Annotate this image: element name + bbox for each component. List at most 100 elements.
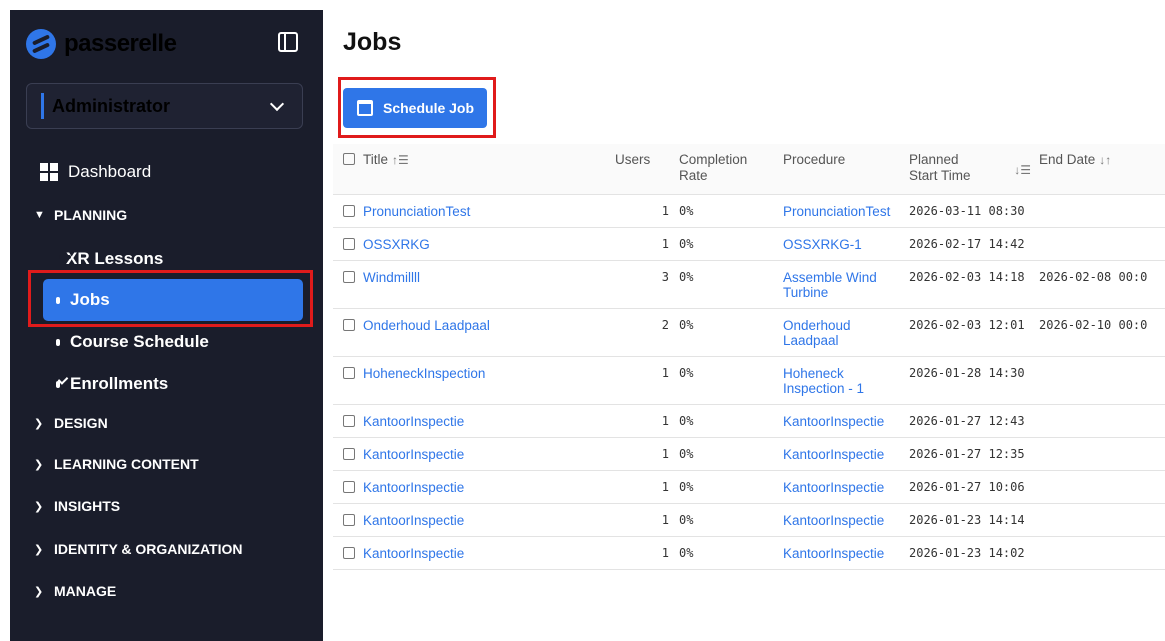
job-title-link[interactable]: Windmillll xyxy=(363,270,420,285)
planned-start-time: 2026-01-27 12:35 xyxy=(905,437,1035,471)
brand-logo[interactable]: passerelle xyxy=(26,26,177,62)
sidebar-section-manage[interactable]: ❯ MANAGE xyxy=(34,583,116,599)
sidebar-section-identity-organization[interactable]: ❯ IDENTITY & ORGANIZATION xyxy=(34,541,242,557)
procedure-link[interactable]: KantoorInspectie xyxy=(783,513,901,528)
completion-rate: 0% xyxy=(675,260,779,309)
sidebar-toggle-icon[interactable] xyxy=(278,32,298,52)
completion-rate: 0% xyxy=(675,194,779,228)
job-title-link[interactable]: Onderhoud Laadpaal xyxy=(363,318,490,333)
sort-descending-icon[interactable]: ↓☰ xyxy=(1014,162,1031,178)
sidebar-item-dashboard[interactable]: Dashboard xyxy=(40,162,151,182)
job-title-link[interactable]: PronunciationTest xyxy=(363,204,470,219)
job-title-link[interactable]: OSSXRKG xyxy=(363,237,430,252)
procedure-link[interactable]: KantoorInspectie xyxy=(783,546,901,561)
chevron-right-icon: ❯ xyxy=(34,543,44,556)
sidebar-item-enrollments[interactable]: Enrollments xyxy=(56,374,168,394)
completion-rate: 0% xyxy=(675,536,779,570)
sidebar-section-planning[interactable]: ▼ PLANNING xyxy=(34,207,127,223)
users-count: 1 xyxy=(611,437,675,471)
column-header-completion-rate[interactable]: Completion Rate xyxy=(675,144,779,195)
end-date xyxy=(1035,437,1165,471)
sidebar-section-learning-content[interactable]: ❯ LEARNING CONTENT xyxy=(34,456,199,472)
section-label: INSIGHTS xyxy=(54,498,121,514)
procedure-cell: KantoorInspectie xyxy=(779,536,905,570)
sort-ascending-icon[interactable]: ↑☰ xyxy=(392,153,409,167)
chevron-down-icon xyxy=(269,96,285,111)
sort-icon[interactable]: ↓↑ xyxy=(1099,153,1111,167)
schedule-job-label: Schedule Job xyxy=(383,100,475,116)
column-header-users[interactable]: Users xyxy=(611,144,675,195)
procedure-cell: Onderhoud Laadpaal xyxy=(779,308,905,357)
procedure-cell: KantoorInspectie xyxy=(779,437,905,471)
procedure-link[interactable]: Laadpaal xyxy=(783,333,901,348)
job-title-link[interactable]: KantoorInspectie xyxy=(363,414,464,429)
column-header-planned-start-time[interactable]: Planned Start Time ↓☰ xyxy=(905,144,1035,195)
row-checkbox[interactable] xyxy=(343,513,355,526)
table-row[interactable]: KantoorInspectie 1 0% KantoorInspectie 2026-… xyxy=(333,470,1165,504)
job-title-link[interactable]: KantoorInspectie xyxy=(363,513,464,528)
end-date xyxy=(1035,227,1165,261)
table-row[interactable]: KantoorInspectie 1 0% KantoorInspectie 2026-… xyxy=(333,503,1165,537)
row-checkbox[interactable] xyxy=(343,546,355,559)
row-checkbox[interactable] xyxy=(343,237,355,250)
table-row[interactable]: KantoorInspectie 1 0% KantoorInspectie 2026-… xyxy=(333,404,1165,438)
end-date xyxy=(1035,356,1165,405)
procedure-link[interactable]: KantoorInspectie xyxy=(783,447,901,462)
sidebar-section-design[interactable]: ❯ DESIGN xyxy=(34,415,108,431)
procedure-link[interactable]: Hoheneck xyxy=(783,366,901,381)
completion-rate: 0% xyxy=(675,470,779,504)
sidebar-item-course-schedule[interactable]: Course Schedule xyxy=(56,332,209,352)
column-header-end-date[interactable]: End Date ↓↑ xyxy=(1035,144,1165,195)
table-row[interactable]: KantoorInspectie 1 0% KantoorInspectie 2026-… xyxy=(333,536,1165,570)
sidebar-item-xr-lessons[interactable]: XR Lessons xyxy=(56,249,163,269)
role-select[interactable]: Administrator xyxy=(26,83,303,129)
section-label: DESIGN xyxy=(54,415,108,431)
procedure-link[interactable]: Onderhoud xyxy=(783,318,901,333)
procedure-link[interactable]: PronunciationTest xyxy=(783,204,901,219)
table-row[interactable]: OSSXRKG 1 0% OSSXRKG-1 2026-02-17 14:42 xyxy=(333,227,1165,261)
procedure-link[interactable]: Inspection - 1 xyxy=(783,381,901,396)
procedure-link[interactable]: Assemble Wind xyxy=(783,270,901,285)
column-header-procedure[interactable]: Procedure xyxy=(779,144,905,195)
procedure-cell: Assemble Wind Turbine xyxy=(779,260,905,309)
row-checkbox[interactable] xyxy=(343,366,355,379)
procedure-cell: OSSXRKG-1 xyxy=(779,227,905,261)
table-row[interactable]: KantoorInspectie 1 0% KantoorInspectie 2026-… xyxy=(333,437,1165,471)
table-row[interactable]: PronunciationTest 1 0% PronunciationTest 202… xyxy=(333,194,1165,228)
job-title-link[interactable]: HoheneckInspection xyxy=(363,366,485,381)
row-checkbox[interactable] xyxy=(343,204,355,217)
procedure-link[interactable]: OSSXRKG-1 xyxy=(783,237,901,252)
procedure-link[interactable]: KantoorInspectie xyxy=(783,480,901,495)
users-count: 1 xyxy=(611,536,675,570)
sidebar-item-jobs[interactable]: Jobs xyxy=(56,290,110,310)
users-count: 1 xyxy=(611,404,675,438)
column-label: Title xyxy=(363,152,389,167)
row-checkbox[interactable] xyxy=(343,480,355,493)
row-checkbox[interactable] xyxy=(343,270,355,283)
column-label: Completion xyxy=(679,152,748,167)
job-title-link[interactable]: KantoorInspectie xyxy=(363,480,464,495)
table-row[interactable]: HoheneckInspection 1 0% Hoheneck Inspection … xyxy=(333,356,1165,405)
select-all-checkbox[interactable] xyxy=(343,153,355,165)
table-row[interactable]: Windmillll 3 0% Assemble Wind Turbine 2026-02… xyxy=(333,260,1165,309)
job-title-link[interactable]: KantoorInspectie xyxy=(363,546,464,561)
row-checkbox[interactable] xyxy=(343,414,355,427)
procedure-link[interactable]: KantoorInspectie xyxy=(783,414,901,429)
column-header-title[interactable]: Title ↑☰ xyxy=(333,144,611,195)
passerelle-logo-icon xyxy=(26,29,56,59)
row-checkbox[interactable] xyxy=(343,447,355,460)
procedure-link[interactable]: Turbine xyxy=(783,285,901,300)
procedure-cell: KantoorInspectie xyxy=(779,470,905,504)
job-title-link[interactable]: KantoorInspectie xyxy=(363,447,464,462)
column-label: Planned xyxy=(909,152,959,167)
chevron-right-icon: ❯ xyxy=(34,417,44,430)
planned-start-time: 2026-02-03 12:01 xyxy=(905,308,1035,357)
row-checkbox[interactable] xyxy=(343,318,355,331)
table-row[interactable]: Onderhoud Laadpaal 2 0% Onderhoud Laadpaal 20… xyxy=(333,308,1165,357)
end-date xyxy=(1035,404,1165,438)
sidebar-section-insights[interactable]: ❯ INSIGHTS xyxy=(34,498,120,514)
chevron-right-icon: ❯ xyxy=(34,500,44,513)
schedule-job-button[interactable]: Schedule Job xyxy=(343,88,487,128)
planned-start-time: 2026-03-11 08:30 xyxy=(905,194,1035,228)
completion-rate: 0% xyxy=(675,503,779,537)
